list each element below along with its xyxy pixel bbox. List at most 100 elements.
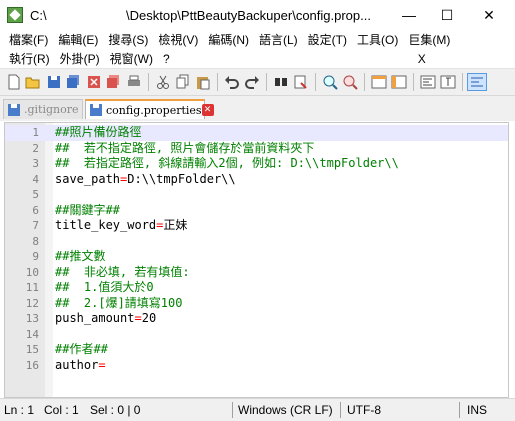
close-icon[interactable] — [86, 74, 102, 90]
property-key: author — [55, 357, 99, 372]
line-content: author= — [55, 358, 106, 374]
code-line: 13 push_amount=20 — [5, 311, 508, 327]
sync-v-icon[interactable] — [371, 74, 387, 90]
code-line: 4 save_path=D:\\tmpFolder\\ — [5, 172, 508, 188]
line-number: 7 — [32, 219, 39, 232]
status-line: Ln : 1 — [4, 403, 35, 417]
status-eol[interactable]: Windows (CR LF) — [238, 399, 333, 421]
menu-settings[interactable]: 設定(T) — [303, 31, 352, 49]
line-number: 5 — [32, 188, 39, 201]
code-line: 3 ## 若指定路徑, 斜線請輸入2個, 例如: D:\\tmpFolder\\ — [5, 156, 508, 172]
status-insert-mode[interactable]: INS — [467, 399, 487, 421]
line-number: 3 — [32, 157, 39, 170]
editor[interactable]: 1 ##照片備份路徑 2 ## 若不指定路徑, 照片會儲存於當前資料夾下 3 ## 若指定… — [4, 122, 509, 398]
saved-file-icon — [90, 104, 102, 116]
copy-icon[interactable] — [175, 74, 191, 90]
close-tab-icon[interactable]: ✕ — [201, 104, 214, 116]
open-file-icon[interactable] — [25, 74, 41, 90]
paste-icon[interactable] — [195, 74, 211, 90]
toolbar-separator — [364, 73, 365, 91]
property-value: 正妹 — [163, 218, 188, 232]
assignment-operator: = — [134, 311, 142, 325]
menu-edit[interactable]: 編輯(E) — [53, 31, 103, 49]
line-content: ##照片備份路徑 — [55, 125, 142, 139]
status-selection: Sel : 0 | 0 — [90, 403, 141, 417]
code-line: 12 ## 2.[爆]請填寫100 — [5, 296, 508, 312]
line-number: 2 — [32, 141, 39, 155]
close-window-button[interactable]: ✕ — [468, 0, 510, 30]
menu-window[interactable]: 視窗(W) — [105, 50, 158, 68]
menu-row-2: 執行(R) 外掛(P) 視窗(W) ? X — [4, 50, 431, 68]
word-wrap-icon[interactable] — [420, 74, 436, 90]
save-icon[interactable] — [46, 74, 62, 90]
status-separator — [459, 402, 460, 418]
title-bar: C:\ \Desktop\PttBeautyBackuper\config.pr… — [0, 0, 515, 30]
line-content: save_path=D:\\tmpFolder\\ — [55, 172, 236, 188]
status-column: Col : 1 — [44, 403, 79, 417]
menu-search[interactable]: 搜尋(S) — [103, 31, 153, 49]
new-file-icon[interactable] — [6, 74, 22, 90]
property-value: D:\\tmpFolder\\ — [127, 171, 236, 186]
menu-macro[interactable]: 巨集(M) — [403, 31, 455, 49]
zoom-out-icon[interactable] — [342, 74, 358, 90]
show-all-chars-icon[interactable] — [440, 74, 456, 90]
line-content: ## 2.[爆]請填寫100 — [55, 295, 183, 310]
toolbar-separator — [315, 73, 316, 91]
maximize-button[interactable]: ☐ — [426, 0, 468, 30]
window-title: C:\ — [30, 8, 47, 23]
code-lines: 1 ##照片備份路徑 2 ## 若不指定路徑, 照片會儲存於當前資料夾下 3 ## 若指定… — [5, 125, 508, 373]
sync-h-icon[interactable] — [391, 74, 407, 90]
menu-help[interactable]: ? — [158, 50, 175, 68]
menu-plugins[interactable]: 外掛(P) — [55, 50, 105, 68]
line-content: ## 非必填, 若有填值: — [55, 264, 190, 279]
code-line: 5 — [5, 187, 508, 203]
menu-view[interactable]: 檢視(V) — [153, 31, 203, 49]
line-content: ## 若不指定路徑, 照片會儲存於當前資料夾下 — [55, 140, 315, 155]
code-line: 14 — [5, 327, 508, 343]
status-separator — [340, 402, 341, 418]
code-line: 15 ##作者## — [5, 342, 508, 358]
tab-label: config.properties — [106, 103, 202, 117]
line-number: 14 — [25, 327, 39, 341]
menu-close-doc[interactable]: X — [413, 50, 431, 68]
replace-icon[interactable] — [293, 74, 309, 90]
indent-guide-icon[interactable] — [467, 73, 487, 91]
menu-encoding[interactable]: 編碼(N) — [203, 31, 254, 49]
status-encoding[interactable]: UTF-8 — [347, 399, 381, 421]
assignment-operator: = — [98, 357, 106, 372]
code-line: 8 — [5, 234, 508, 250]
line-number: 4 — [32, 172, 39, 186]
zoom-in-icon[interactable] — [322, 74, 338, 90]
menu-run[interactable]: 執行(R) — [4, 50, 55, 68]
tab-label: .gitignore — [24, 103, 79, 116]
code-line: 2 ## 若不指定路徑, 照片會儲存於當前資料夾下 — [5, 141, 508, 157]
toolbar-separator — [462, 73, 463, 91]
cut-icon[interactable] — [155, 74, 171, 90]
redo-icon[interactable] — [244, 74, 260, 90]
save-all-icon[interactable] — [65, 74, 81, 90]
minimize-button[interactable]: — — [388, 0, 430, 30]
toolbar-separator — [148, 73, 149, 91]
tab-gitignore[interactable]: .gitignore — [3, 99, 83, 119]
line-number: 11 — [25, 281, 39, 294]
tab-bar: .gitignore config.properties ✕ — [0, 96, 515, 121]
line-content: push_amount=20 — [55, 311, 156, 327]
line-content: ## 若指定路徑, 斜線請輸入2個, 例如: D:\\tmpFolder\\ — [55, 156, 399, 170]
line-number: 6 — [32, 203, 39, 217]
menu-language[interactable]: 語言(L) — [254, 31, 303, 49]
find-icon[interactable] — [273, 74, 289, 90]
menu-file[interactable]: 檔案(F) — [4, 31, 53, 49]
line-content: ##關鍵字## — [55, 202, 120, 217]
print-icon[interactable] — [126, 74, 142, 90]
menu-tools[interactable]: 工具(O) — [352, 31, 403, 49]
tab-config-properties[interactable]: config.properties ✕ — [85, 99, 214, 119]
code-line: 10 ## 非必填, 若有填值: — [5, 265, 508, 281]
undo-icon[interactable] — [224, 74, 240, 90]
property-key: title_key_word — [55, 218, 157, 232]
close-all-icon[interactable] — [105, 74, 121, 90]
property-key: save_path — [55, 171, 121, 186]
saved-file-icon — [8, 103, 20, 116]
code-line: 7 title_key_word=正妹 — [5, 218, 508, 234]
window-title-path: \Desktop\PttBeautyBackuper\config.prop..… — [126, 8, 371, 23]
line-number: 1 — [32, 126, 39, 139]
